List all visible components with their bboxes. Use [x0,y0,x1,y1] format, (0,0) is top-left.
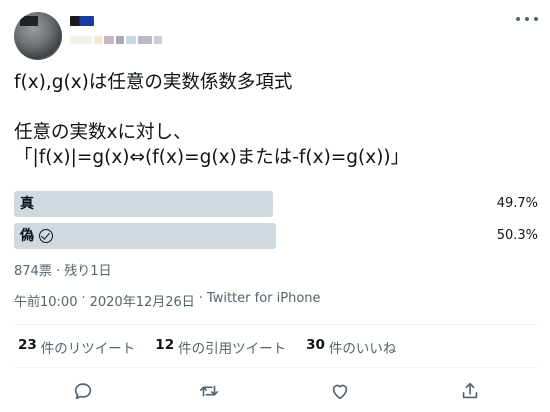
tweet-time[interactable]: 午前10:00 [14,291,77,310]
like-label: 件のいいね [328,341,397,357]
tweet-source[interactable]: Twitter for iPhone [207,291,321,310]
poll-meta: 874票 · 残り1日 [14,264,112,279]
divider [14,324,538,325]
tweet-text: f(x),g(x)は任意の実数係数多項式 任意の実数xに対し、 「|f(x)|=… [14,72,410,168]
poll-option-text: 偽 [20,228,34,244]
like-icon[interactable] [329,380,351,402]
poll-option-percent: 50.3% [496,228,538,243]
poll-bar [14,223,276,249]
retweets-stat[interactable]: 23 件のリツイート [18,337,135,357]
more-icon[interactable] [516,13,538,25]
poll-option-label: 偽 [20,223,53,249]
poll: 真 49.7% 偽 50.3% [14,191,538,255]
handle-redacted[interactable] [70,36,162,44]
tweet-stats: 23 件のリツイート 12 件の引用ツイート 30 件のいいね [18,337,396,357]
avatar[interactable] [14,12,62,60]
poll-option-label: 真 [20,191,34,217]
retweet-count: 23 [18,337,37,353]
retweet-icon[interactable] [198,380,220,402]
poll-option-text: 真 [20,196,34,212]
tweet-header [0,0,550,60]
tweet-actions [0,376,550,406]
share-icon[interactable] [459,380,481,402]
poll-bar [14,191,273,217]
quote-count: 12 [155,337,175,353]
like-count: 30 [306,337,325,353]
divider [14,367,538,368]
check-circle-icon [39,229,53,243]
poll-option-false: 偽 50.3% [14,223,538,249]
tweet-date[interactable]: 2020年12月26日 [90,291,195,310]
quotes-stat[interactable]: 12 件の引用ツイート [155,337,286,357]
poll-option-true: 真 49.7% [14,191,538,217]
tweet-timestamp: 午前10:00 · 2020年12月26日 · Twitter for iPho… [14,291,321,310]
retweet-label: 件のリツイート [40,341,136,357]
separator: · [81,291,86,306]
quote-label: 件の引用ツイート [178,341,287,357]
reply-icon[interactable] [72,380,94,402]
likes-stat[interactable]: 30 件のいいね [306,337,396,357]
display-name-redacted[interactable] [70,16,94,26]
separator: · [198,291,203,306]
poll-option-percent: 49.7% [496,196,538,211]
